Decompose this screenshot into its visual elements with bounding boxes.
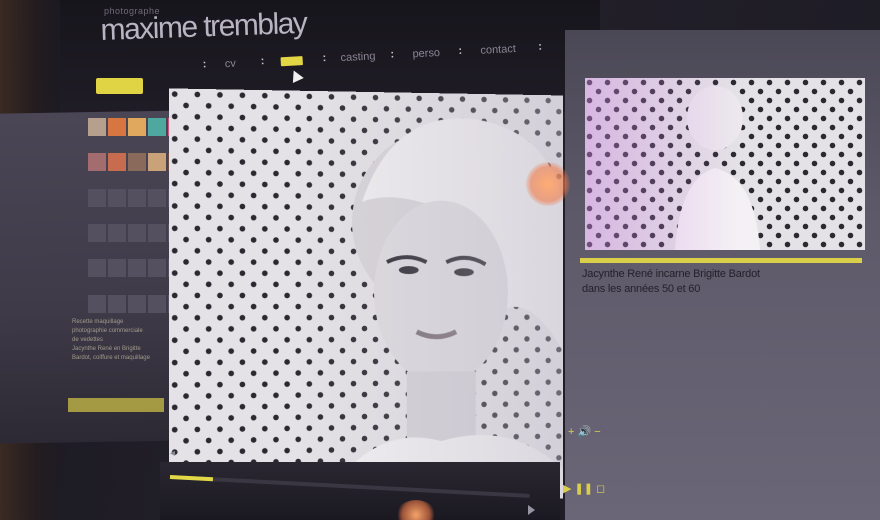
caption-line: Jacynthe René incarne Brigitte Bardot (582, 268, 760, 280)
caption-divider (580, 258, 862, 263)
nav-separator: : (202, 58, 207, 71)
gallery-scroll-bar[interactable] (68, 398, 164, 412)
thumbnail[interactable] (108, 223, 126, 242)
description-line: de vedettes (72, 337, 104, 343)
bokeh-light (526, 162, 570, 206)
description-line: Jacynthe René en Brigitte (72, 346, 141, 352)
nav-item-casting[interactable]: casting (340, 50, 375, 64)
thumbnail[interactable] (128, 223, 146, 242)
thumbnail[interactable] (88, 294, 106, 313)
player-controls[interactable]: ▶ ❚❚ ◻ (563, 482, 623, 498)
thumbnail[interactable] (108, 188, 126, 207)
audio-controls[interactable]: + 🔊 − (568, 425, 628, 441)
main-photo[interactable] (169, 88, 564, 506)
thumbnail[interactable] (108, 153, 126, 172)
caption-line: dans les années 50 et 60 (582, 283, 701, 295)
thumbnail[interactable] (148, 153, 166, 172)
thumbnail[interactable] (148, 118, 166, 136)
thumbnail[interactable] (148, 294, 166, 313)
thumbnail[interactable] (108, 118, 126, 136)
description-line: Recette maquillage (72, 319, 124, 325)
side-photo[interactable] (585, 78, 865, 250)
site-title[interactable]: maxime tremblay (100, 7, 307, 48)
thumbnail[interactable] (88, 223, 106, 242)
thumbnail[interactable] (88, 118, 106, 136)
thumbnail[interactable] (88, 188, 106, 207)
thumbnail[interactable] (128, 153, 146, 172)
thumbnail[interactable] (108, 294, 126, 313)
nav-item-contact[interactable]: contact (480, 43, 516, 57)
photo-fade (169, 88, 564, 506)
nav-separator: : (537, 40, 543, 53)
thumbnail[interactable] (148, 259, 166, 278)
thumbnail[interactable] (148, 188, 166, 207)
previous-arrow-icon[interactable]: ◂ (170, 448, 175, 459)
thumbnail[interactable] (128, 188, 146, 207)
photo-tint (585, 78, 865, 250)
thumbnail[interactable] (148, 223, 166, 242)
nav-item-recette[interactable]: recette (280, 56, 303, 67)
nav-item-cv[interactable]: cv (224, 58, 236, 71)
nav-separator: : (322, 51, 327, 65)
next-arrow-icon[interactable] (528, 505, 535, 515)
description-line: photographie commerciale (72, 328, 143, 334)
gallery-description: Recette maquillage photographie commerci… (72, 318, 182, 363)
thumbnail[interactable] (108, 259, 126, 278)
thumbnail[interactable] (88, 259, 106, 278)
nav-item-perso[interactable]: perso (412, 47, 440, 60)
screen: photographe maxime tremblay recette : cv… (0, 0, 880, 520)
thumbnail[interactable] (88, 153, 106, 172)
section-label: recette (96, 78, 144, 94)
thumbnail[interactable] (128, 294, 146, 313)
nav-separator: : (260, 55, 265, 68)
description-line: Bardot, coiffure et maquillage (72, 355, 150, 361)
thumbnail[interactable] (128, 259, 146, 278)
nav-separator: : (458, 44, 463, 57)
thumbnail[interactable] (128, 118, 146, 136)
bottom-bar (160, 462, 560, 520)
nav-separator: : (390, 48, 395, 61)
